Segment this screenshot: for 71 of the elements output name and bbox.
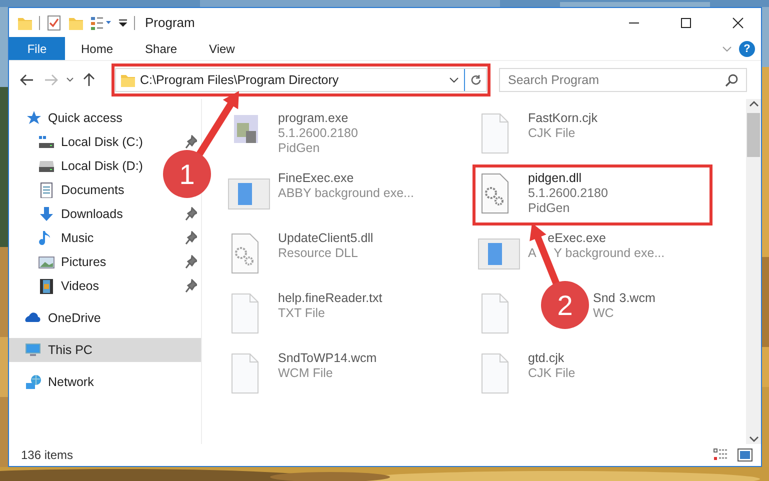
thumbnail-view-icon[interactable] (737, 448, 753, 462)
picture-icon (38, 254, 55, 270)
file-details: 5.1.2600.2180 (528, 186, 608, 200)
download-arrow-icon (38, 206, 55, 222)
file-name: Snd (593, 291, 616, 305)
properties-icon[interactable] (90, 14, 112, 30)
help-button[interactable]: ? (739, 40, 755, 56)
sidebar-item[interactable]: Network (48, 375, 94, 389)
ribbon-tab[interactable]: View (193, 37, 251, 60)
star-icon (25, 110, 42, 126)
scroll-down-icon[interactable] (748, 434, 758, 444)
file-details: WCM File (278, 366, 333, 380)
details-view-icon[interactable] (713, 448, 729, 462)
maximize-icon (680, 16, 692, 28)
file-menu-button[interactable]: File (9, 37, 65, 60)
item-count: 136 items (21, 448, 74, 462)
window-title: Program (145, 15, 195, 30)
file-details: Y background exe... (554, 246, 665, 260)
file-details: CJK File (528, 366, 576, 380)
file-name: 3.wcm (619, 291, 656, 305)
file-name: FineExec.exe (278, 171, 354, 185)
file-details: WC (592, 306, 614, 320)
drive-icon (38, 134, 55, 150)
film-icon (38, 278, 55, 294)
file-name: help.fineReader.txt (278, 291, 382, 305)
sidebar-item[interactable]: Videos (61, 279, 99, 293)
scrollbar[interactable] (746, 99, 761, 444)
sidebar-item[interactable]: OneDrive (48, 311, 101, 325)
ribbon-tab[interactable]: Share (129, 37, 194, 60)
file-name: UpdateClient5.dll (278, 231, 374, 245)
close-icon (732, 16, 744, 28)
drive-icon (38, 158, 55, 174)
step-badge: 1 (163, 150, 211, 198)
sidebar-item[interactable]: Local Disk (D:) (61, 159, 143, 173)
computer-icon (25, 342, 42, 358)
scroll-up-icon[interactable] (748, 99, 758, 109)
file-details: CJK File (528, 126, 576, 140)
file-details: A (528, 246, 536, 260)
file-name: FastKorn.cjk (528, 111, 598, 125)
sidebar-item[interactable]: Music (61, 231, 94, 245)
scrollbar-thumb[interactable] (747, 113, 760, 157)
file-name: pidgen.dll (528, 171, 582, 185)
refresh-icon (470, 74, 482, 86)
forward-icon (43, 72, 59, 88)
checklist-icon[interactable] (46, 14, 62, 30)
file-name: program.exe (278, 111, 348, 125)
file-details: 5.1.2600.2180 (278, 126, 358, 140)
file-name: eExec.exe (548, 231, 606, 245)
sidebar-item[interactable]: Downloads (61, 207, 123, 221)
file-details: TXT File (278, 306, 325, 320)
document-icon (38, 182, 55, 198)
search-field[interactable]: Search Program (499, 68, 747, 92)
file-details: Resource DLL (278, 246, 358, 260)
sidebar-item[interactable]: This PC (48, 343, 92, 357)
file-details: PidGen (528, 201, 570, 215)
sidebar-item[interactable]: Documents (61, 183, 124, 197)
network-icon (25, 374, 42, 390)
file-name: gtd.cjk (528, 351, 564, 365)
file-details: PidGen (278, 141, 320, 155)
step-badge: 2 (541, 281, 589, 329)
file-name: SndToWP14.wcm (278, 351, 377, 365)
search-icon (725, 73, 739, 87)
sidebar-item[interactable]: Pictures (61, 255, 106, 269)
folder-icon (120, 72, 136, 88)
ribbon-tab[interactable]: Home (65, 37, 130, 60)
address-field[interactable]: C:\Program Files\Program Directory (115, 68, 487, 92)
sidebar-item[interactable]: Quick access (48, 111, 122, 125)
sidebar-item[interactable]: Local Disk (C:) (61, 135, 143, 149)
file-details: ABBY background exe... (278, 186, 414, 200)
up-icon (81, 72, 97, 88)
back-icon (19, 72, 35, 88)
